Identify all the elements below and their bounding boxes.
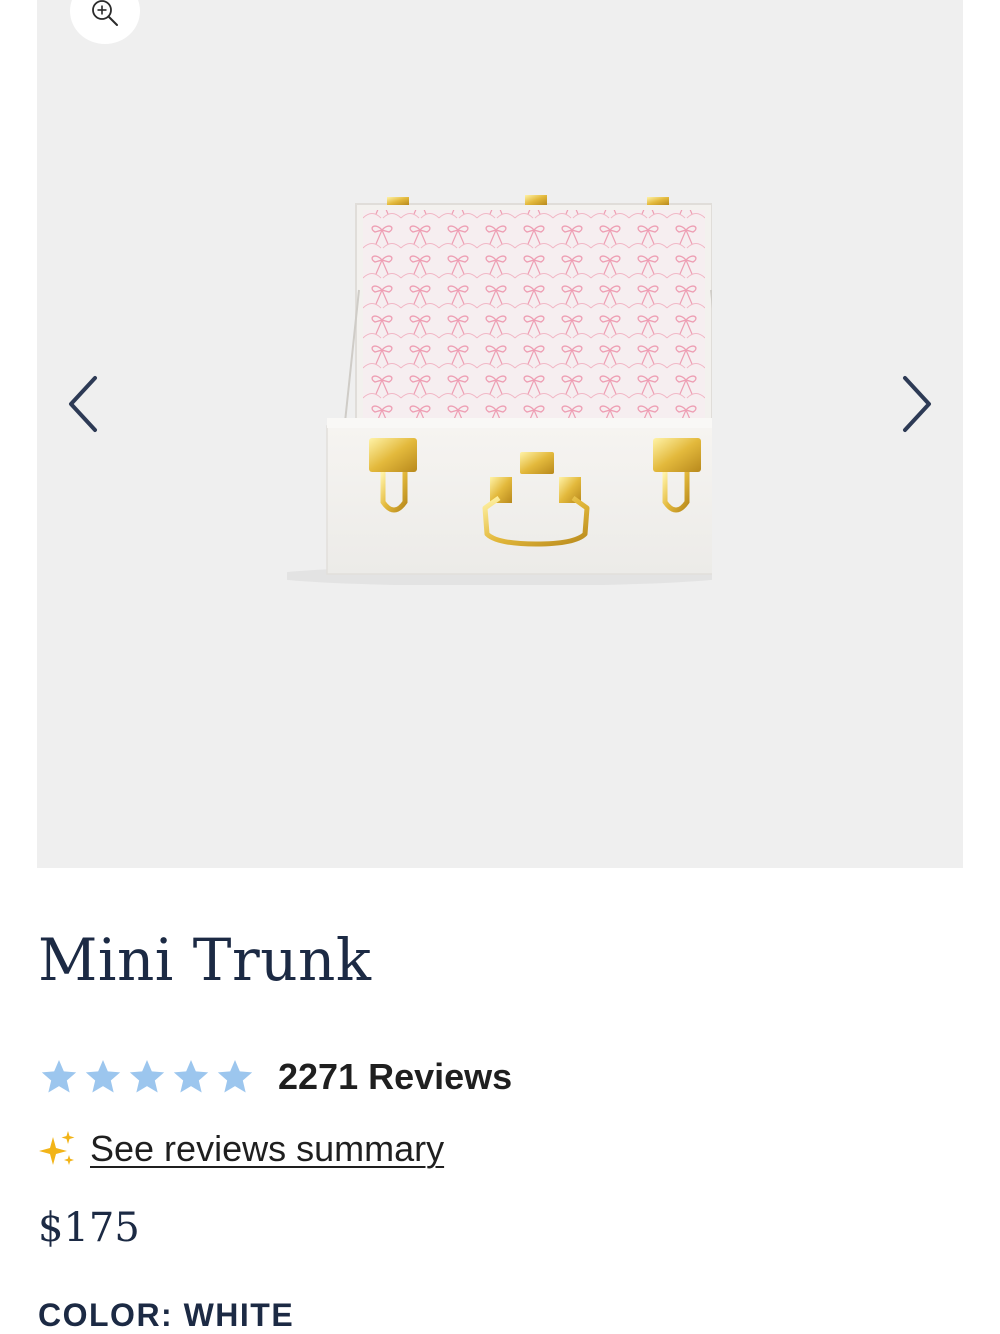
reviews-summary-row: See reviews summary [38,1128,444,1170]
product-image [287,195,712,585]
star-rating [38,1057,256,1097]
chevron-left-icon [69,376,97,432]
star-icon [217,1060,253,1093]
color-selection-label: COLOR: WHITE [38,1297,294,1334]
product-title: Mini Trunk [38,926,372,994]
product-gallery [37,0,963,868]
product-price: $175 [38,1205,140,1251]
next-image-button[interactable] [897,372,937,436]
rating-summary[interactable]: 2271 Reviews [38,1053,512,1101]
chevron-right-icon [903,376,931,432]
color-label: COLOR: [38,1297,174,1333]
sparkle-icon [39,1131,75,1165]
reviews-count: 2271 Reviews [278,1056,513,1097]
star-icon [85,1060,121,1093]
zoom-button[interactable] [70,0,140,44]
star-icon [173,1060,209,1093]
star-icon [41,1060,77,1093]
color-value: WHITE [183,1297,295,1333]
see-reviews-summary-link[interactable]: See reviews summary [90,1128,444,1170]
star-icon [129,1060,165,1093]
zoom-in-icon [92,0,118,26]
previous-image-button[interactable] [63,372,103,436]
